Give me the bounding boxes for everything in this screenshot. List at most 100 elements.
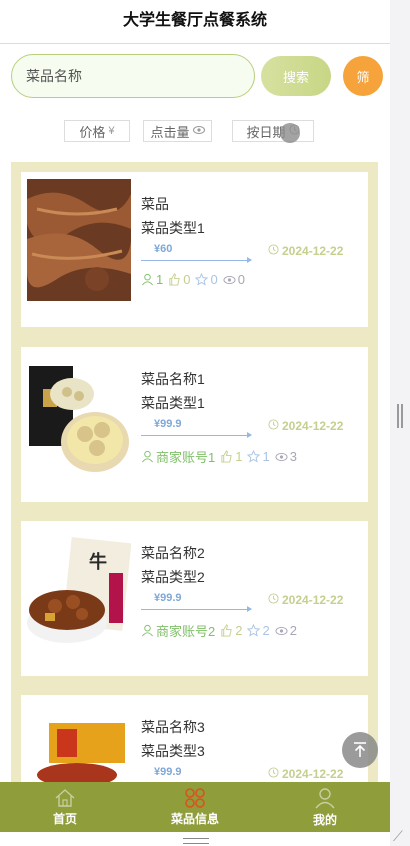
merchant-name: 商家账号1 [156, 450, 216, 465]
list-item[interactable]: 菜品名称1 菜品类型1 ¥99.9 2024-12-22 商家账号1 1 1 3 [21, 347, 368, 502]
eye-icon [275, 626, 288, 635]
grid-icon [185, 787, 205, 808]
sort-price-button[interactable]: 价格 ¥ [64, 120, 130, 142]
tab-mine[interactable]: 我的 [260, 782, 390, 832]
dish-name: 菜品 [141, 196, 169, 212]
eye-icon [275, 452, 288, 461]
merchant-stat: 商家账号2 [141, 621, 215, 640]
like-stat: 1 [220, 449, 242, 464]
yen-icon: ¥ [108, 125, 115, 137]
dish-price: ¥60 [154, 243, 173, 255]
eye-icon [223, 275, 236, 284]
star-stat: 1 [247, 449, 270, 464]
merchant-stat: 商家账号1 [141, 447, 215, 466]
price-divider [141, 432, 252, 438]
resize-grip-icon[interactable]: ⟋ [393, 828, 403, 845]
sort-date-button[interactable]: 按日期 [232, 120, 314, 142]
dish-type: 菜品类型2 [141, 569, 205, 585]
dish-date-text: 2024-12-22 [282, 593, 344, 607]
user-stat: 1 [141, 272, 163, 287]
dish-name: 菜品名称3 [141, 719, 205, 735]
drag-handle[interactable] [397, 404, 403, 428]
back-to-top-button[interactable] [342, 732, 378, 768]
star-icon [247, 624, 261, 637]
search-button[interactable]: 搜索 [261, 56, 331, 96]
clock-icon [268, 767, 279, 781]
star-icon [247, 450, 261, 463]
dish-stats: 商家账号1 1 1 3 [141, 447, 297, 466]
dish-name: 菜品名称2 [141, 545, 205, 561]
dish-date: 2024-12-22 [268, 419, 343, 433]
dish-type: 菜品类型3 [141, 743, 205, 759]
dish-date: 2024-12-22 [268, 593, 343, 607]
clock-icon [268, 244, 279, 258]
dish-date-text: 2024-12-22 [282, 244, 344, 258]
view-stat: 3 [275, 449, 297, 464]
dish-type: 菜品类型1 [141, 395, 205, 411]
star-stat: 2 [247, 623, 270, 638]
like-stat: 2 [220, 623, 242, 638]
view-count: 3 [289, 449, 297, 464]
dish-image: 牛 [27, 528, 131, 650]
price-divider [141, 257, 252, 263]
clock-icon [268, 419, 279, 433]
like-count: 2 [235, 623, 243, 638]
view-stat: 0 [223, 272, 245, 287]
sort-clicks-label: 点击量 [150, 124, 190, 140]
page-title: 大学生餐厅点餐系统 [0, 0, 390, 44]
tab-bar: 首页 菜品信息 我的 [0, 782, 390, 832]
list-item[interactable]: 菜品 菜品类型1 ¥60 2024-12-22 1 0 0 0 [21, 172, 368, 327]
dish-type: 菜品类型1 [141, 220, 205, 236]
home-icon [55, 788, 75, 807]
dish-date-text: 2024-12-22 [282, 419, 344, 433]
filter-button[interactable]: 筛 [343, 56, 383, 96]
user-icon [142, 273, 153, 286]
dish-price: ¥99.9 [154, 592, 182, 604]
thumbs-up-icon [221, 450, 232, 463]
search-input[interactable]: 菜品名称 [11, 54, 255, 98]
search-placeholder: 菜品名称 [26, 68, 82, 84]
view-stat: 2 [275, 623, 297, 638]
dish-name: 菜品名称1 [141, 371, 205, 387]
thumbs-up-icon [169, 273, 180, 286]
tab-dishes[interactable]: 菜品信息 [130, 782, 260, 832]
star-icon [195, 273, 209, 286]
dish-image [27, 354, 131, 476]
sort-price-label: 价格 [79, 124, 106, 140]
tab-home-label: 首页 [52, 811, 77, 826]
user-icon [142, 624, 153, 637]
dish-image [27, 719, 131, 782]
view-count: 0 [237, 272, 245, 287]
dish-image [27, 179, 131, 301]
sort-clicks-button[interactable]: 点击量 [143, 120, 212, 142]
like-count: 1 [235, 449, 243, 464]
star-count: 1 [262, 449, 270, 464]
eye-icon [192, 125, 205, 138]
like-count: 0 [183, 272, 191, 287]
clock-icon [268, 593, 279, 607]
user-count: 1 [156, 272, 164, 287]
view-count: 2 [289, 623, 297, 638]
star-stat: 0 [195, 272, 218, 287]
like-stat: 0 [168, 272, 190, 287]
svg-text:牛: 牛 [89, 551, 107, 572]
tab-dishes-label: 菜品信息 [170, 811, 219, 826]
touch-indicator [280, 123, 300, 143]
dish-date: 2024-12-22 [268, 767, 343, 781]
dish-stats: 商家账号2 2 2 2 [141, 621, 297, 640]
star-count: 2 [262, 623, 270, 638]
list-item[interactable]: 牛 菜品名称2 菜品类型2 ¥99.9 2024-12-22 商家账号2 2 2… [21, 521, 368, 676]
user-icon [315, 787, 335, 808]
star-count: 0 [210, 272, 218, 287]
price-divider [141, 606, 252, 612]
user-icon [142, 450, 153, 463]
dish-price: ¥99.9 [154, 766, 182, 778]
dish-stats: 1 0 0 0 [141, 272, 245, 287]
tab-home[interactable]: 首页 [0, 782, 130, 832]
dish-date-text: 2024-12-22 [282, 767, 344, 781]
dish-date: 2024-12-22 [268, 244, 343, 258]
list-item[interactable]: 菜品名称3 菜品类型3 ¥99.9 2024-12-22 [21, 695, 368, 782]
arrow-up-icon [354, 742, 366, 757]
dish-price: ¥99.9 [154, 418, 182, 430]
merchant-name: 商家账号2 [156, 624, 216, 639]
